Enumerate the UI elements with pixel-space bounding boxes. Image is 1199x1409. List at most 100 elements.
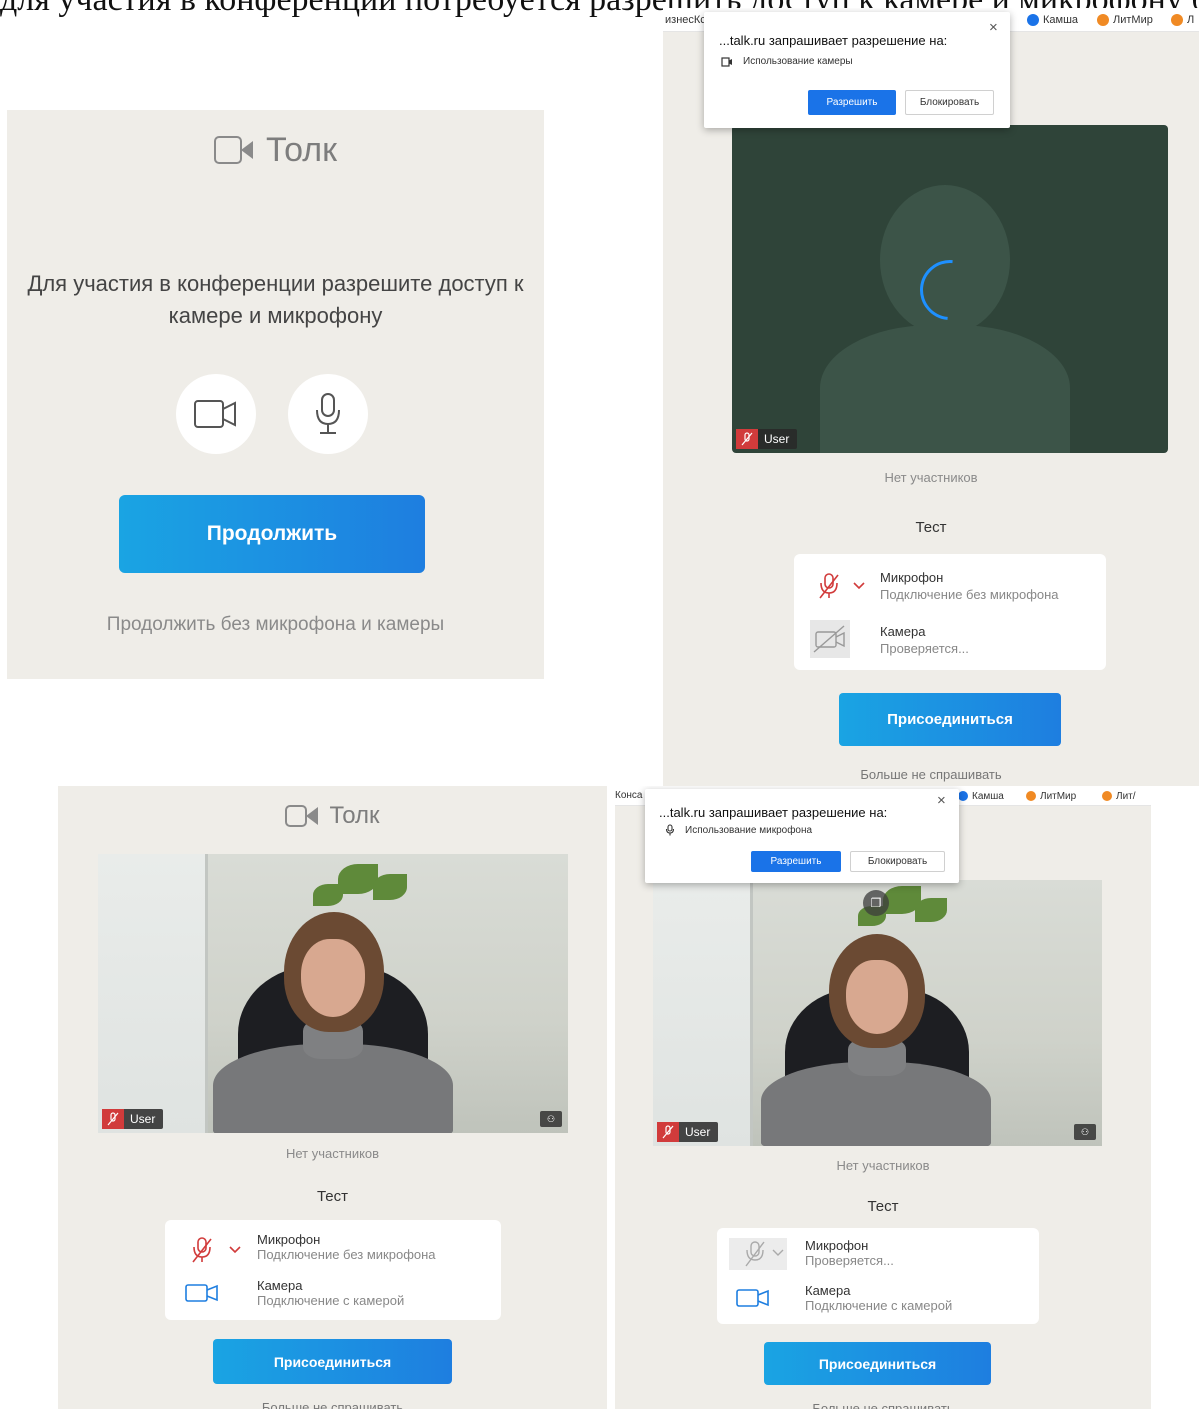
user-badge: User	[102, 1109, 164, 1129]
microphone-row[interactable]: Микрофон Подключение без микрофона	[165, 1232, 501, 1272]
close-icon[interactable]: ×	[989, 19, 998, 36]
camera-row[interactable]: Камера Подключение с камерой	[165, 1278, 501, 1318]
dont-ask-again-link[interactable]: Больше не спрашивать	[615, 1401, 1151, 1409]
device-test-card: Микрофон Проверяется... Камера Подключен…	[717, 1228, 1039, 1324]
fullscreen-icon[interactable]: ❐	[863, 890, 889, 916]
allow-button[interactable]: Разрешить	[751, 851, 841, 872]
permission-popup: ...talk.ru запрашивает разрешение на: × …	[645, 789, 959, 883]
camera-toggle-button[interactable]	[176, 374, 256, 454]
join-button[interactable]: Присоединиться	[839, 693, 1061, 746]
microphone-status: Подключение без микрофона	[257, 1247, 436, 1262]
block-button[interactable]: Блокировать	[850, 851, 945, 872]
microphone-toggle-button[interactable]	[288, 374, 368, 454]
video-preview: User	[732, 125, 1168, 453]
dont-ask-again-link[interactable]: Больше не спрашивать	[58, 1400, 607, 1409]
bookmark-favicon-icon	[1027, 14, 1039, 26]
logo-text: Толк	[266, 130, 337, 169]
video-plant	[915, 898, 947, 922]
panel-camera-connected: Толк User ⚇ Нет участников Тест Микрофон…	[58, 786, 607, 1409]
video-plant	[373, 874, 407, 900]
camera-icon	[194, 400, 236, 428]
bookmark-partial[interactable]: Конса	[615, 790, 642, 801]
popup-title: ...talk.ru запрашивает разрешение на:	[719, 33, 948, 48]
logo-camera-icon	[214, 136, 242, 164]
bookmark-item[interactable]: ЛитМир	[1097, 8, 1153, 32]
bookmark-item[interactable]: ЛитМир	[1026, 786, 1076, 806]
video-preview: ❐ User ⚇	[653, 880, 1102, 1146]
logo-text: Толк	[329, 802, 380, 829]
block-button[interactable]: Блокировать	[905, 90, 994, 115]
camera-off-icon	[810, 620, 850, 658]
no-participants-label: Нет участников	[285, 1146, 380, 1161]
test-title: Тест	[316, 1188, 349, 1205]
participants-icon[interactable]: ⚇	[1074, 1124, 1096, 1140]
camera-row[interactable]: Камера Проверяется...	[794, 620, 1106, 660]
camera-icon	[185, 1284, 218, 1302]
popup-permission-item: Использование камеры	[721, 56, 853, 67]
bookmark-item[interactable]: Камша	[958, 786, 1004, 806]
microphone-row[interactable]: Микрофон Проверяется...	[717, 1238, 1039, 1278]
join-button[interactable]: Присоединиться	[764, 1342, 991, 1385]
camera-title: Камера	[257, 1278, 303, 1293]
panel-camera-permission: изнесКс Камша ЛитМир Л User Нет участник…	[663, 8, 1199, 786]
mic-checking-icon	[729, 1238, 787, 1270]
mic-muted-icon	[102, 1109, 124, 1129]
talk-logo: Толк	[58, 798, 607, 834]
mic-muted-icon	[657, 1122, 679, 1142]
video-person-face	[846, 960, 908, 1034]
permission-message: Для участия в конференции разрешите дост…	[27, 271, 524, 328]
bookmark-favicon-icon	[1097, 14, 1109, 26]
microphone-icon	[316, 393, 340, 434]
test-title: Тест	[915, 519, 947, 536]
camera-title: Камера	[805, 1283, 851, 1298]
camera-status: Подключение с камерой	[257, 1293, 405, 1308]
join-button[interactable]: Присоединиться	[213, 1339, 452, 1384]
chevron-down-icon[interactable]	[229, 1246, 241, 1254]
microphone-row[interactable]: Микрофон Подключение без микрофона	[794, 568, 1106, 608]
popup-permission-text: Использование камеры	[743, 56, 853, 67]
mic-muted-icon	[192, 1237, 212, 1263]
panel-permission-intro: Толк Для участия в конференции разрешите…	[7, 110, 544, 679]
allow-button[interactable]: Разрешить	[808, 90, 896, 115]
microphone-title: Микрофон	[880, 570, 944, 585]
camera-status: Проверяется...	[880, 641, 969, 656]
mic-muted-icon	[819, 573, 839, 599]
chevron-down-icon[interactable]	[853, 582, 865, 590]
bookmark-label: Камша	[1043, 14, 1079, 26]
mic-muted-icon	[736, 429, 758, 449]
bookmark-favicon-icon	[1171, 14, 1183, 26]
bookmark-label: Л	[1187, 14, 1195, 26]
bookmark-favicon-icon	[1026, 791, 1036, 801]
no-participants-label: Нет участников	[884, 470, 978, 485]
talk-logo: Толк	[7, 130, 544, 170]
bookmark-partial[interactable]: изнесКс	[665, 14, 706, 26]
bookmark-item[interactable]: Лит/	[1102, 786, 1136, 806]
bookmark-item[interactable]: Л	[1171, 8, 1194, 32]
bookmark-label: Камша	[972, 790, 1004, 802]
participants-icon[interactable]: ⚇	[540, 1111, 562, 1127]
microphone-icon	[665, 824, 675, 836]
video-window	[98, 854, 208, 1133]
video-preview: User ⚇	[98, 854, 568, 1133]
camera-icon	[721, 56, 732, 67]
no-participants-label: Нет участников	[836, 1158, 930, 1173]
close-icon[interactable]: ×	[937, 792, 946, 809]
bookmark-favicon-icon	[958, 791, 968, 801]
permission-popup: ...talk.ru запрашивает разрешение на: × …	[704, 12, 1010, 128]
microphone-title: Микрофон	[805, 1238, 869, 1253]
logo-camera-icon	[285, 805, 308, 827]
continue-button[interactable]: Продолжить	[119, 495, 425, 573]
camera-row[interactable]: Камера Подключение с камерой	[717, 1283, 1039, 1323]
panel-microphone-permission: Конса Камша ЛитМир Лит/ ❐ User ⚇ Нет уча…	[615, 786, 1151, 1409]
dont-ask-again-link[interactable]: Больше не спрашивать	[663, 767, 1199, 782]
device-test-card: Микрофон Подключение без микрофона Камер…	[165, 1220, 501, 1320]
bookmark-item[interactable]: Камша	[1027, 8, 1078, 32]
video-plant	[313, 884, 343, 906]
video-plant	[338, 864, 378, 894]
video-window	[653, 880, 753, 1146]
microphone-title: Микрофон	[257, 1232, 321, 1247]
user-badge: User	[657, 1122, 719, 1142]
camera-title: Камера	[880, 624, 926, 639]
avatar-placeholder-body	[820, 325, 1070, 453]
continue-without-devices-link[interactable]: Продолжить без микрофона и камеры	[7, 614, 544, 636]
